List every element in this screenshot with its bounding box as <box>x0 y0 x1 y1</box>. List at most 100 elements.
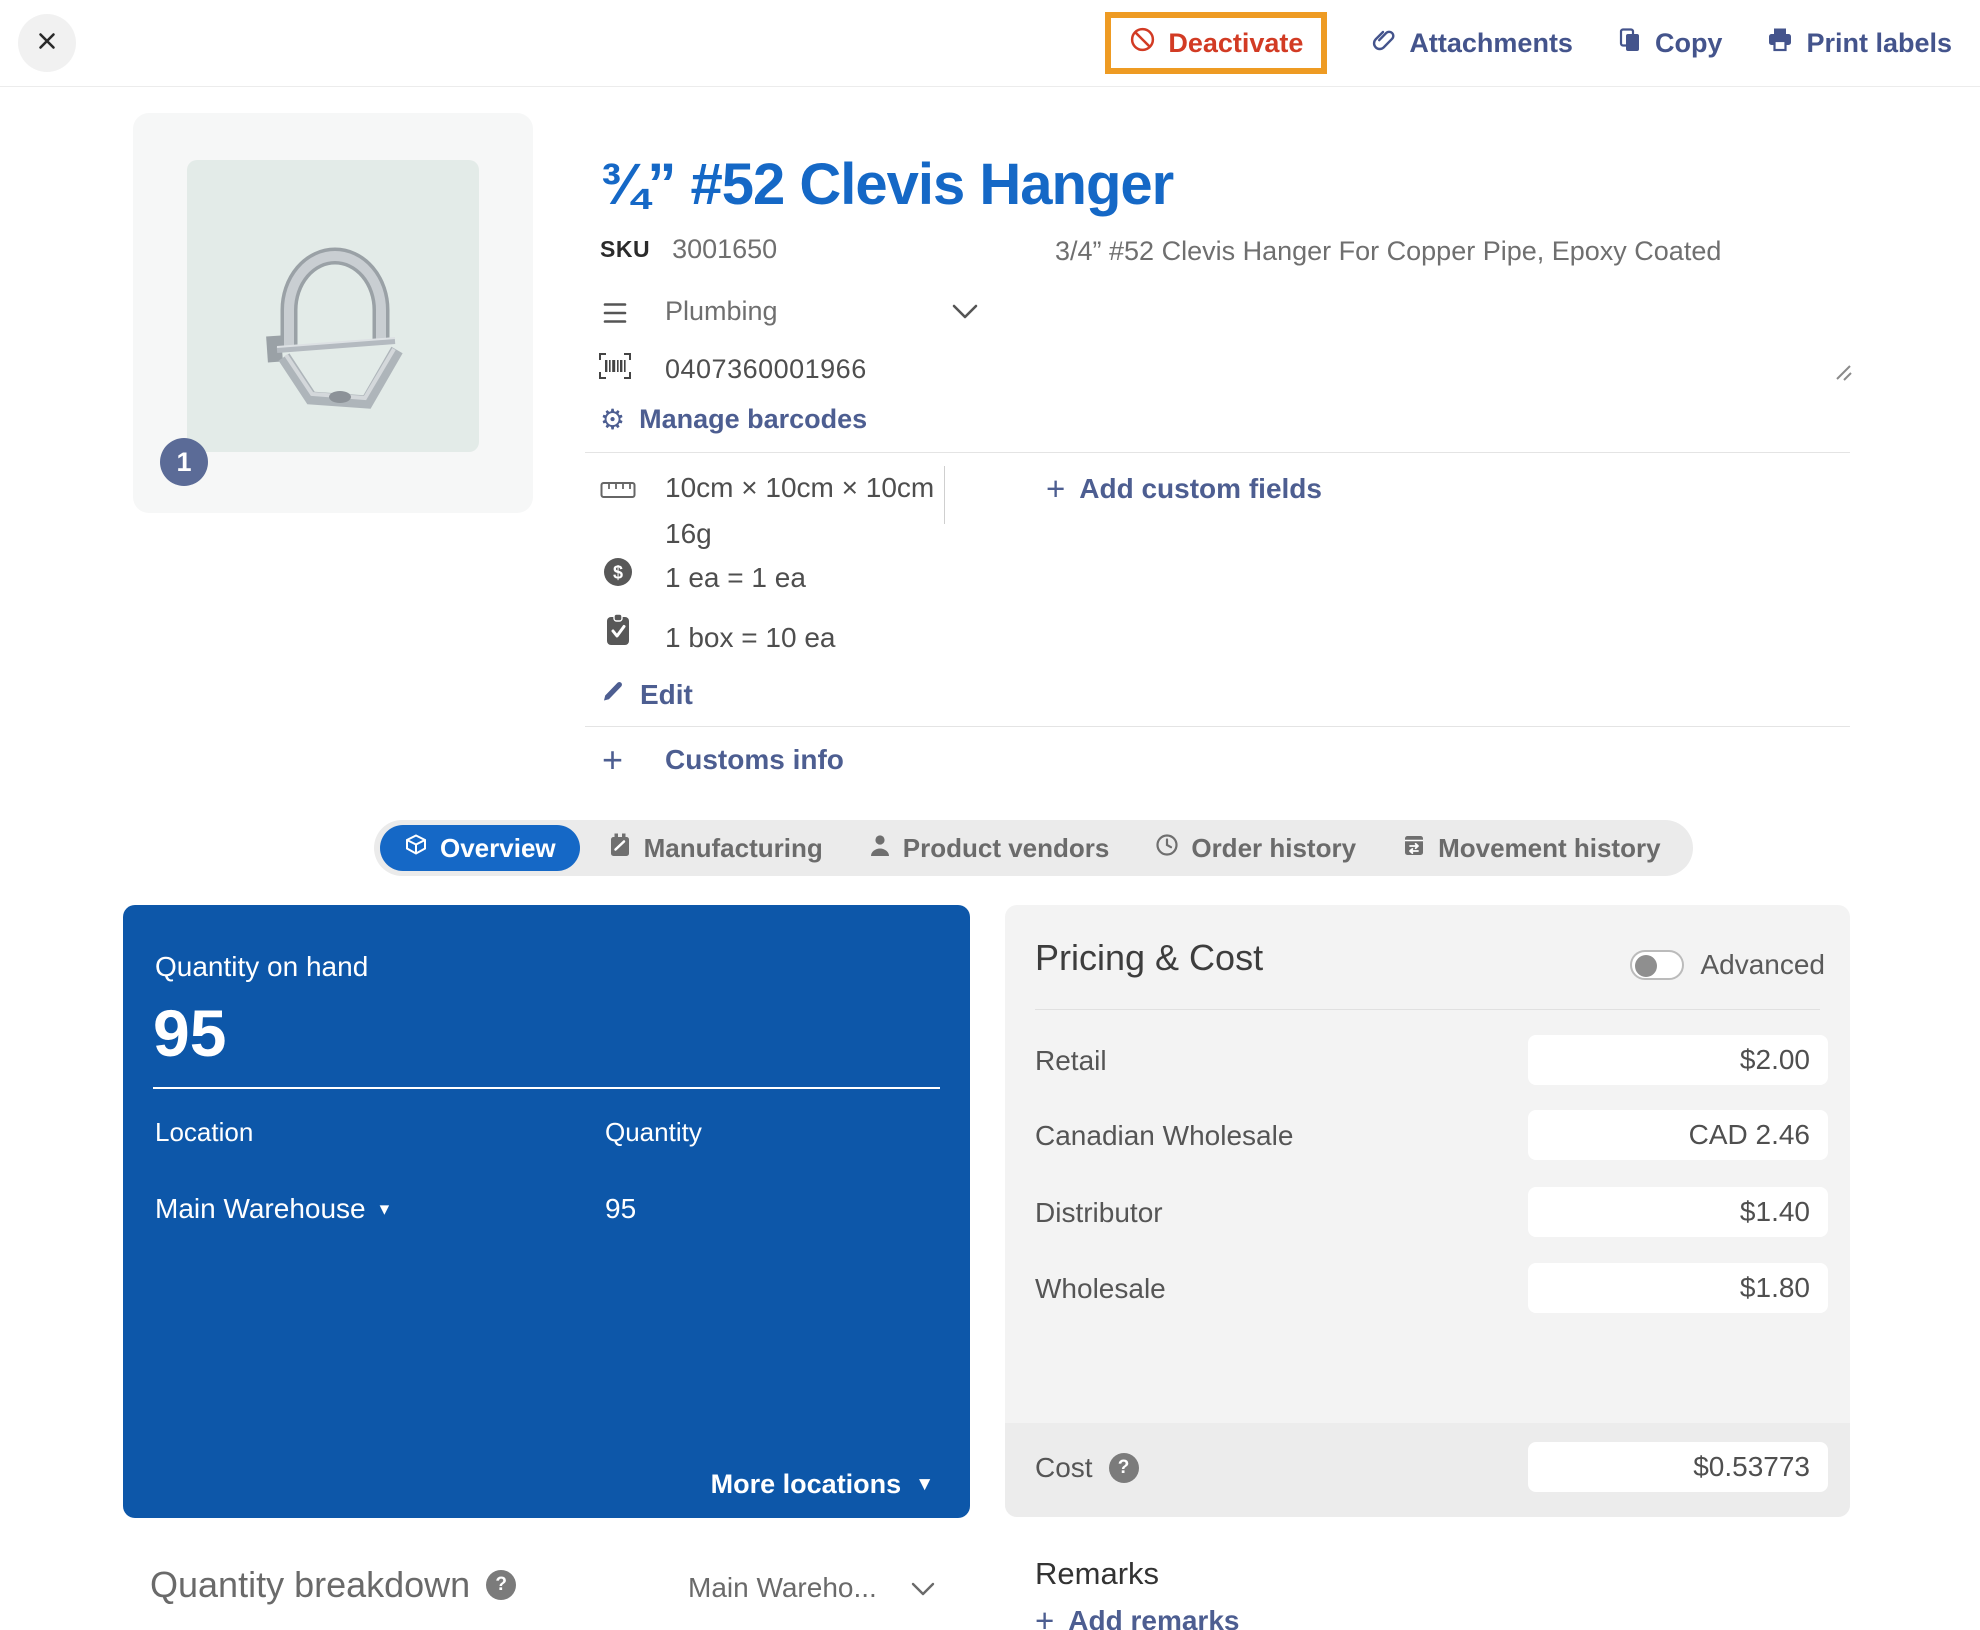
manage-barcodes-label: Manage barcodes <box>639 404 867 435</box>
tab-overview[interactable]: Overview <box>380 825 580 871</box>
top-bar: Deactivate Attachments Copy Print labe <box>0 0 1980 87</box>
quantity-breakdown-label: Quantity breakdown <box>150 1564 470 1606</box>
textarea-resize-grip <box>1834 362 1854 387</box>
breakdown-location-select[interactable]: Main Wareho... <box>688 1572 935 1604</box>
product-image <box>187 160 479 452</box>
tab-bar: Overview Manufacturing Product vendors O… <box>374 820 1693 876</box>
quantity-on-hand-panel: Quantity on hand 95 Location Quantity Ma… <box>123 905 970 1518</box>
triangle-down-icon: ▾ <box>380 1200 390 1219</box>
cost-input[interactable] <box>1528 1442 1828 1492</box>
product-title: ¾” #52 Clevis Hanger <box>600 151 1173 218</box>
barcode-value: 0407360001966 <box>665 354 867 385</box>
copy-icon <box>1617 26 1643 61</box>
tab-manufacturing[interactable]: Manufacturing <box>590 825 841 871</box>
description-textarea[interactable]: 3/4” #52 Clevis Hanger For Copper Pipe, … <box>1055 236 1775 267</box>
more-locations-button[interactable]: More locations ▼ <box>711 1469 934 1500</box>
copy-label: Copy <box>1655 28 1723 59</box>
tab-label: Movement history <box>1438 833 1661 864</box>
add-remarks-label: Add remarks <box>1068 1605 1239 1630</box>
cost-label: Cost <box>1035 1452 1093 1484</box>
wholesale-price-input[interactable] <box>1528 1263 1828 1313</box>
tab-movement-history[interactable]: Movement history <box>1384 825 1679 871</box>
customs-info-link[interactable]: + Customs info <box>602 742 844 778</box>
quantity-on-hand-total: 95 <box>153 995 226 1071</box>
location-column-header: Location <box>155 1117 253 1148</box>
more-locations-label: More locations <box>711 1469 902 1500</box>
location-name: Main Warehouse <box>155 1193 366 1225</box>
tab-label: Manufacturing <box>644 833 823 864</box>
currency-coin-icon: $ <box>602 556 634 593</box>
vertical-divider <box>944 466 945 524</box>
quantity-on-hand-title: Quantity on hand <box>155 951 368 983</box>
plus-icon: + <box>602 742 623 778</box>
print-labels-label: Print labels <box>1806 28 1952 59</box>
pencil-icon <box>600 678 626 711</box>
product-detail-page: Deactivate Attachments Copy Print labe <box>0 0 1980 1630</box>
divider <box>1035 1009 1820 1010</box>
movement-icon <box>1402 832 1426 865</box>
edit-link[interactable]: Edit <box>600 678 693 711</box>
close-button[interactable] <box>18 14 76 72</box>
add-custom-fields-link[interactable]: + Add custom fields <box>1046 472 1322 505</box>
sku-label: SKU <box>600 236 650 263</box>
breakdown-location-value: Main Wareho... <box>688 1572 877 1604</box>
top-actions: Deactivate Attachments Copy Print labe <box>1105 0 1952 86</box>
manage-barcodes-link[interactable]: ⚙ Manage barcodes <box>600 404 867 435</box>
pricing-cost-panel: Pricing & Cost Advanced Retail Canadian … <box>1005 905 1850 1517</box>
quantity-column-header: Quantity <box>605 1117 702 1148</box>
copy-button[interactable]: Copy <box>1617 26 1723 61</box>
divider <box>585 726 1850 727</box>
price-row-label: Wholesale <box>1035 1273 1166 1305</box>
add-remarks-link[interactable]: + Add remarks <box>1035 1604 1239 1630</box>
attachments-button[interactable]: Attachments <box>1371 26 1573 61</box>
tab-product-vendors[interactable]: Product vendors <box>851 825 1128 871</box>
add-custom-fields-label: Add custom fields <box>1079 473 1322 505</box>
cost-label-group: Cost ? <box>1035 1452 1139 1484</box>
deactivate-button[interactable]: Deactivate <box>1129 26 1303 60</box>
toggle-knob <box>1635 955 1657 977</box>
svg-text:$: $ <box>613 563 623 583</box>
tab-label: Product vendors <box>903 833 1110 864</box>
weight-value: 16g <box>665 518 712 550</box>
cube-icon <box>404 833 428 864</box>
tab-label: Order history <box>1191 833 1356 864</box>
ruler-icon <box>600 480 636 505</box>
divider <box>585 452 1850 453</box>
image-count-badge: 1 <box>160 438 208 486</box>
customs-info-label: Customs info <box>665 744 844 776</box>
category-value: Plumbing <box>665 296 778 327</box>
product-image-card[interactable]: 1 <box>133 113 533 513</box>
help-icon[interactable]: ? <box>1109 1453 1139 1483</box>
retail-price-input[interactable] <box>1528 1035 1828 1085</box>
distributor-price-input[interactable] <box>1528 1187 1828 1237</box>
edit-label: Edit <box>640 679 693 711</box>
quantity-breakdown-heading: Quantity breakdown ? <box>150 1564 516 1606</box>
person-icon <box>869 833 891 864</box>
unit-conversion-value: 1 ea = 1 ea <box>665 562 806 594</box>
plus-icon: + <box>1035 1604 1054 1630</box>
location-quantity: 95 <box>605 1193 636 1225</box>
pricing-cost-title: Pricing & Cost <box>1035 937 1263 979</box>
remarks-heading: Remarks <box>1035 1556 1159 1592</box>
canadian-wholesale-price-input[interactable] <box>1528 1110 1828 1160</box>
tab-label: Overview <box>440 833 556 864</box>
category-select[interactable]: Plumbing <box>600 290 980 334</box>
carton-conversion-value: 1 box = 10 ea <box>665 622 835 654</box>
advanced-toggle[interactable] <box>1630 950 1684 980</box>
manufacturing-icon <box>608 832 632 865</box>
carton-check-icon <box>604 612 632 653</box>
print-labels-button[interactable]: Print labels <box>1766 26 1952 61</box>
chevron-down-icon <box>952 304 978 325</box>
tab-order-history[interactable]: Order history <box>1137 825 1374 871</box>
deactivate-highlight-box: Deactivate <box>1105 12 1327 74</box>
clevis-hanger-photo <box>187 160 479 452</box>
plus-icon: + <box>1046 472 1065 505</box>
deactivate-label: Deactivate <box>1168 28 1303 59</box>
help-icon[interactable]: ? <box>486 1570 516 1600</box>
location-row-toggle[interactable]: Main Warehouse ▾ <box>155 1193 389 1225</box>
printer-icon <box>1766 26 1794 61</box>
clock-icon <box>1155 833 1179 864</box>
chevron-down-icon <box>911 1572 935 1604</box>
close-icon <box>34 28 60 59</box>
price-row-label: Canadian Wholesale <box>1035 1120 1293 1152</box>
